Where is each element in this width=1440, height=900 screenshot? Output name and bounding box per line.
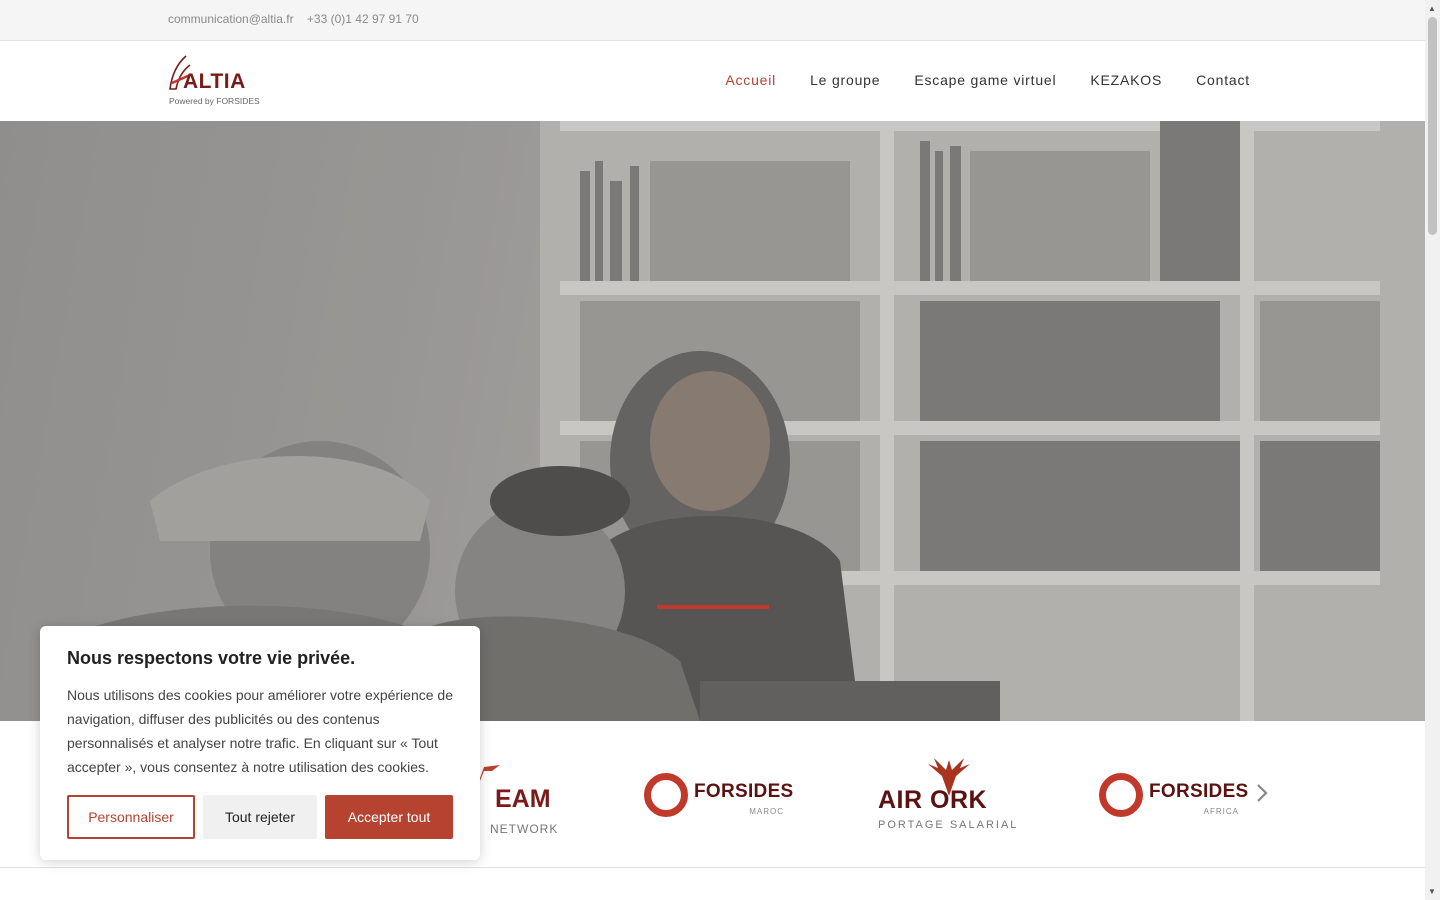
- contact-phone[interactable]: +33 (0)1 42 97 91 70: [307, 12, 419, 26]
- cookie-title: Nous respectons votre vie privée.: [67, 648, 356, 668]
- partner-forsides-africa-logo[interactable]: FORSIDES AFRICA: [1099, 772, 1249, 822]
- partner-forsides-africa-sub: AFRICA: [1203, 807, 1239, 816]
- accept-all-button[interactable]: Accepter tout: [325, 795, 453, 839]
- nav-kezakos[interactable]: KEZAKOS: [1090, 72, 1162, 88]
- scroll-down-arrow-icon[interactable]: ▼: [1428, 887, 1436, 896]
- contact-email[interactable]: communication@altia.fr: [168, 12, 294, 26]
- page-scrollbar[interactable]: ▲ ▼: [1425, 0, 1440, 900]
- partner-airwork-main: AIR ORK: [878, 786, 988, 814]
- partner-forsides-maroc-logo[interactable]: FORSIDES MAROC: [644, 772, 794, 822]
- chevron-right-icon[interactable]: [1255, 783, 1271, 803]
- scrollbar-thumb[interactable]: [1428, 17, 1437, 235]
- cookie-text: Nous utilisons des cookies pour améliore…: [67, 687, 453, 775]
- customize-button[interactable]: Personnaliser: [67, 795, 195, 839]
- main-nav: Accueil Le groupe Escape game virtuel KE…: [725, 72, 1250, 88]
- cookie-consent-banner: Nous respectons votre vie privée. Nous u…: [40, 626, 480, 860]
- site-header: ALTIA Powered by FORSIDES Accueil Le gro…: [0, 41, 1425, 121]
- partner-team-sub: NETWORK: [490, 822, 559, 836]
- partner-forsides-africa-main: FORSIDES: [1149, 781, 1249, 802]
- forsides-ring-icon: [1099, 773, 1143, 817]
- top-contact-bar: communication@altia.fr +33 (0)1 42 97 91…: [0, 0, 1425, 41]
- page: communication@altia.fr +33 (0)1 42 97 91…: [0, 0, 1440, 900]
- partner-airwork-sub: PORTAGE SALARIAL: [878, 819, 1019, 831]
- nav-accueil[interactable]: Accueil: [725, 72, 776, 88]
- partner-team-main: EAM: [495, 785, 551, 813]
- scroll-up-arrow-icon[interactable]: ▲: [1428, 4, 1436, 13]
- altia-logo[interactable]: ALTIA Powered by FORSIDES: [168, 53, 268, 111]
- contact-info: communication@altia.fr +33 (0)1 42 97 91…: [168, 12, 419, 26]
- logo-tagline: Powered by FORSIDES: [169, 96, 260, 106]
- nav-escape-game[interactable]: Escape game virtuel: [914, 72, 1056, 88]
- partner-forsides-maroc-main: FORSIDES: [694, 781, 794, 802]
- hero-accent-line: [657, 605, 769, 609]
- nav-le-groupe[interactable]: Le groupe: [810, 72, 880, 88]
- logo-name: ALTIA: [183, 70, 246, 93]
- forsides-ring-icon: [644, 773, 688, 817]
- reject-all-button[interactable]: Tout rejeter: [203, 795, 317, 839]
- partner-forsides-maroc-sub: MAROC: [749, 807, 784, 816]
- partner-airwork-logo[interactable]: AIR ORK PORTAGE SALARIAL: [878, 756, 1016, 836]
- nav-contact[interactable]: Contact: [1196, 72, 1250, 88]
